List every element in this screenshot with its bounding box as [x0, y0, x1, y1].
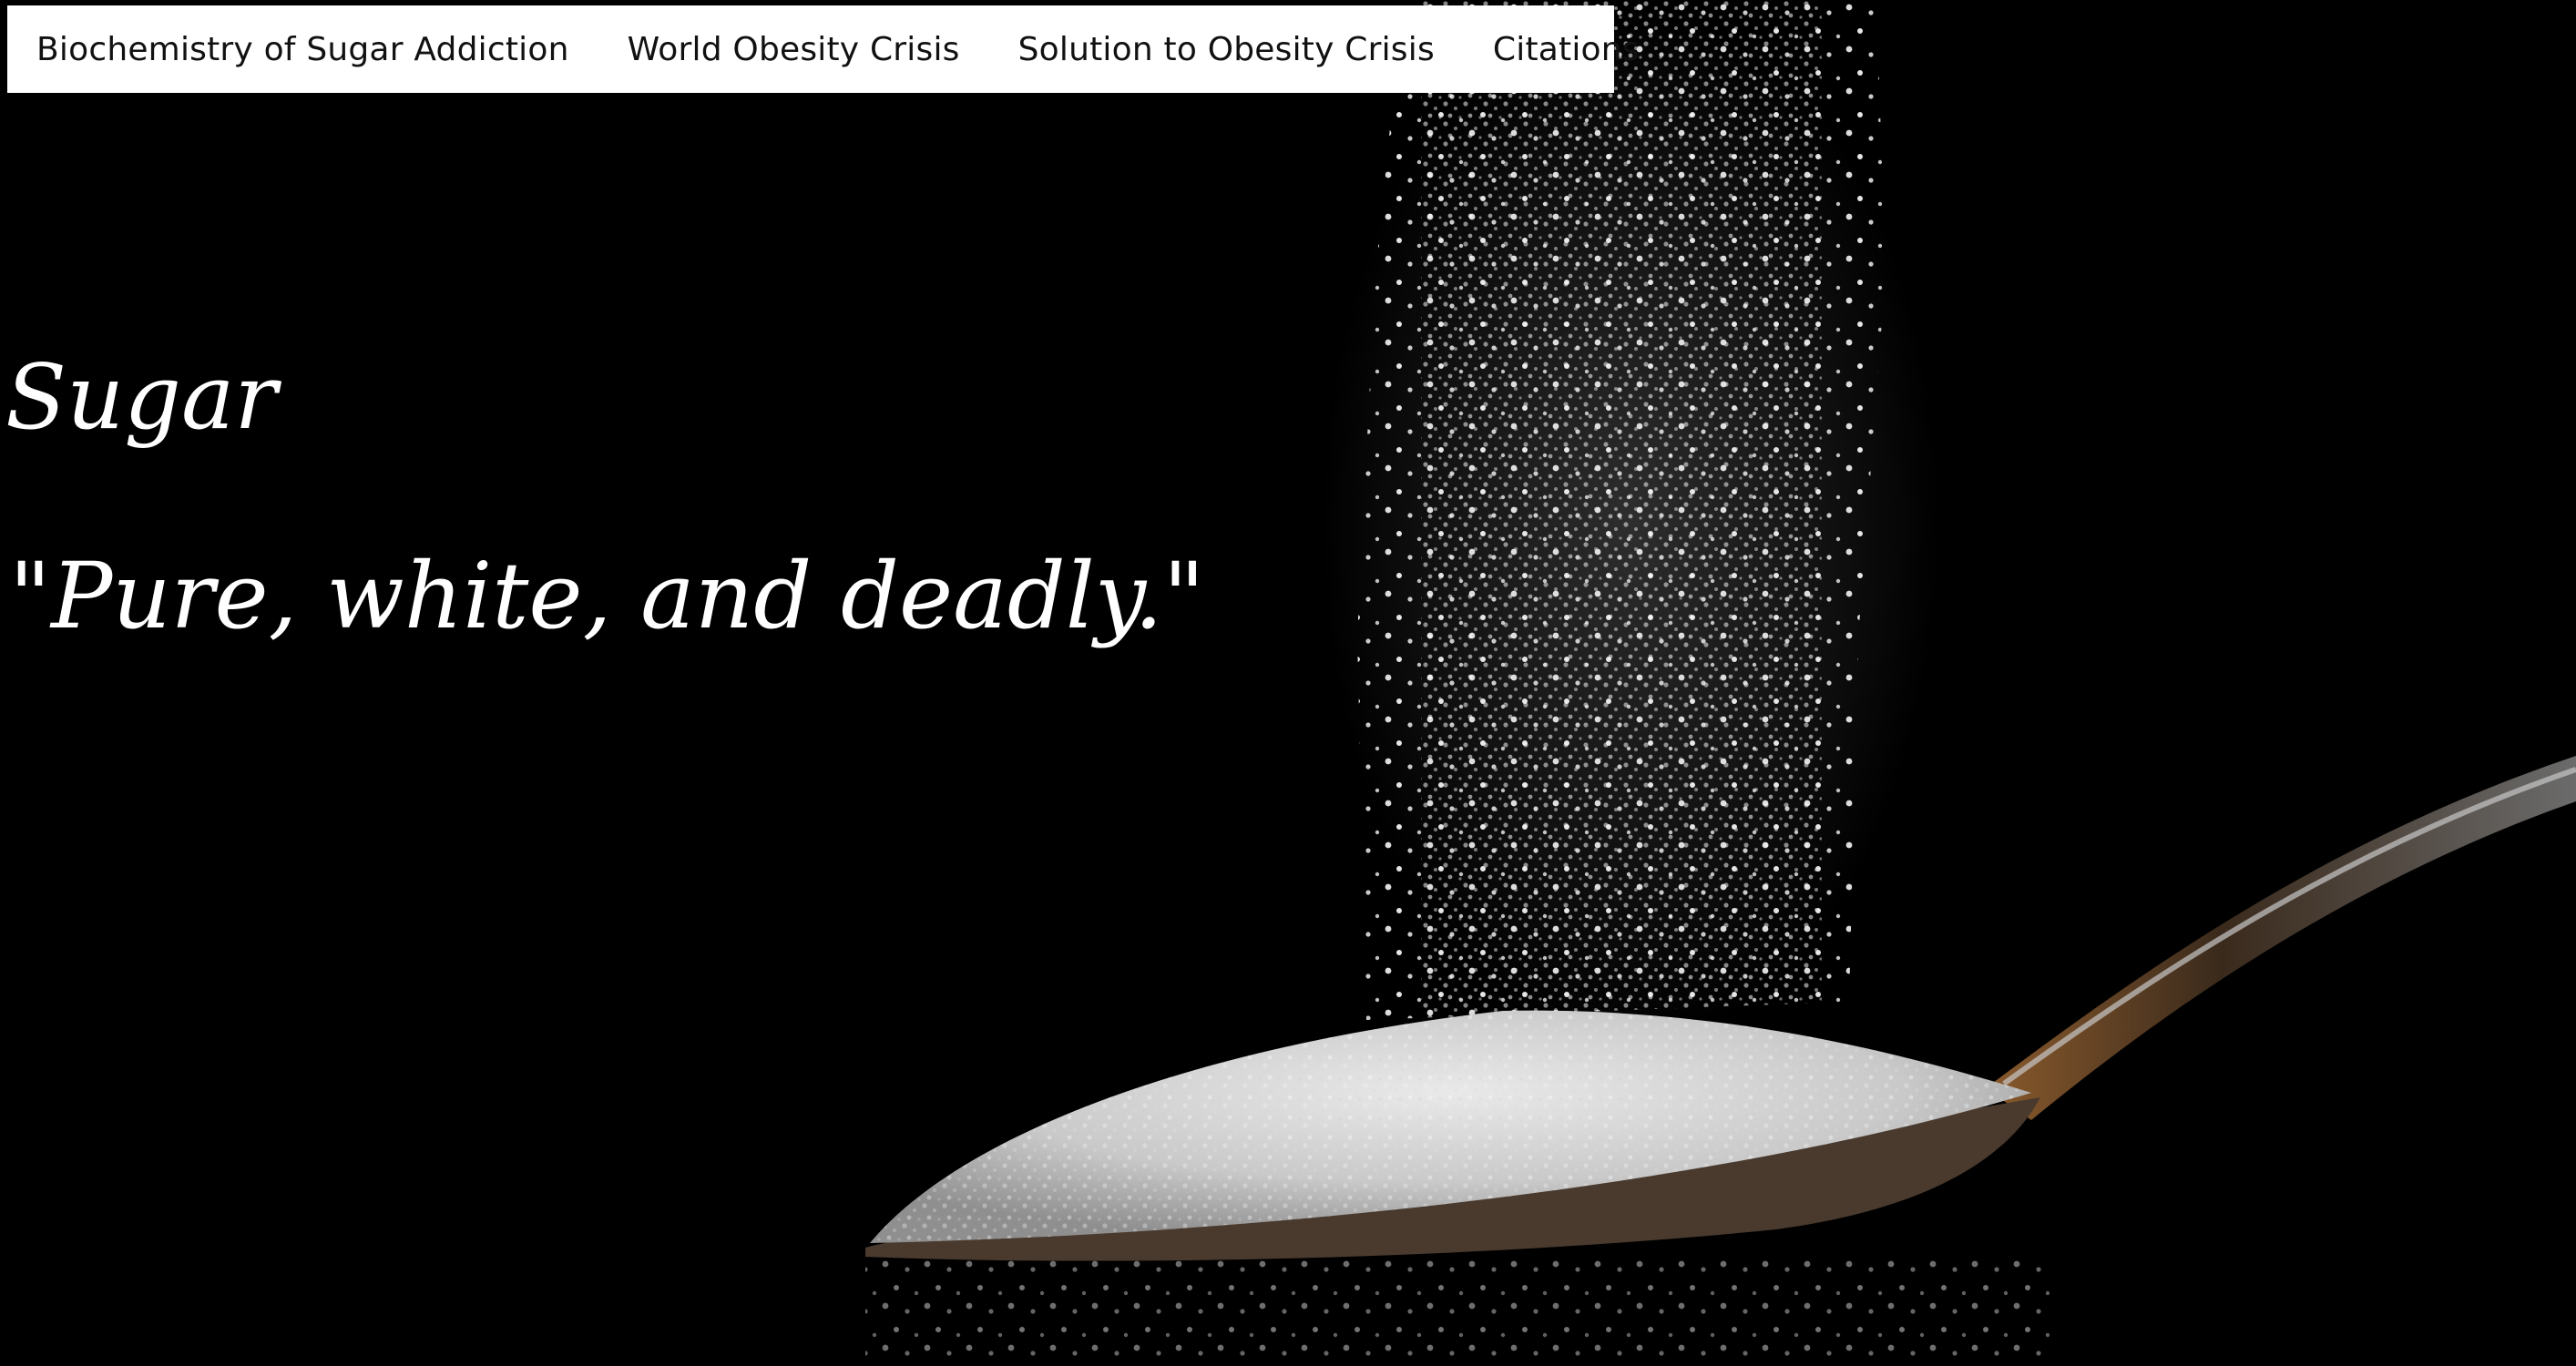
page: Biochemistry of Sugar Addiction World Ob… — [0, 0, 2576, 1366]
hero-title: Sugar — [5, 346, 278, 450]
nav-link-citations[interactable]: Citations — [1493, 31, 1640, 68]
top-navigation-bar: Biochemistry of Sugar Addiction World Ob… — [7, 5, 1640, 93]
sugar-spoon-image — [865, 0, 2576, 1366]
nav-link-solution-to-obesity-crisis[interactable]: Solution to Obesity Crisis — [1018, 31, 1435, 68]
hero-quote: "Pure, white, and deadly." — [9, 543, 1205, 649]
nav-link-biochemistry-of-sugar-addiction[interactable]: Biochemistry of Sugar Addiction — [36, 31, 569, 68]
nav-link-world-obesity-crisis[interactable]: World Obesity Crisis — [628, 31, 960, 68]
